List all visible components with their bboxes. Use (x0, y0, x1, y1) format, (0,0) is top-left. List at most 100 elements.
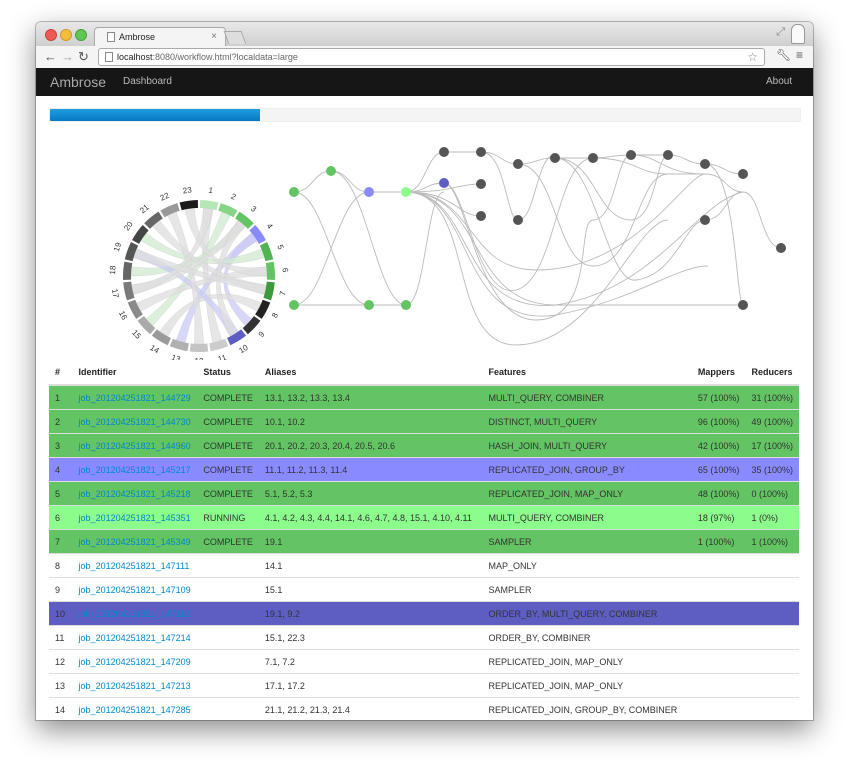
job-status: COMPLETE (197, 409, 259, 434)
minimize-window-button[interactable] (60, 29, 72, 41)
dag-node[interactable] (476, 179, 486, 189)
job-status (197, 601, 259, 626)
tab-title: Ambrose (119, 32, 156, 42)
job-mappers (691, 625, 746, 650)
job-mappers: 96 (100%) (691, 409, 746, 434)
table-row[interactable]: 5 job_201204251821_145218 COMPLETE 5.1, … (49, 481, 799, 506)
job-status (197, 553, 259, 578)
profile-avatar-icon[interactable] (791, 24, 805, 44)
col-header-reducers[interactable]: Reducers (745, 360, 799, 386)
chord-label: 9 (257, 329, 267, 339)
dag-edge (704, 191, 744, 221)
dag-node[interactable] (588, 153, 598, 163)
dag-node[interactable] (663, 150, 673, 160)
table-row[interactable]: 2 job_201204251821_144730 COMPLETE 10.1,… (49, 409, 799, 434)
dag-node[interactable] (513, 159, 523, 169)
bookmark-star-icon[interactable]: ☆ (747, 49, 758, 65)
forward-arrow-icon[interactable]: → (61, 49, 74, 64)
job-number: 12 (49, 649, 73, 674)
job-id-link[interactable]: job_201204251821_144729 (79, 393, 191, 403)
dag-node[interactable] (700, 215, 710, 225)
browser-tab[interactable]: Ambrose × (94, 27, 226, 47)
back-arrow-icon[interactable]: ← (44, 49, 57, 64)
job-id-link[interactable]: job_201204251821_147112 (79, 609, 190, 619)
fullscreen-icon[interactable]: ⤢ (776, 26, 785, 39)
dag-node[interactable] (326, 166, 336, 176)
dag-node[interactable] (364, 300, 374, 310)
dag-node[interactable] (289, 187, 299, 197)
page-icon (105, 52, 113, 62)
job-features: SAMPLER (482, 529, 692, 554)
job-id-cell: job_201204251821_147112 (72, 601, 198, 626)
chord-segment[interactable] (200, 200, 219, 211)
col-header-identifier[interactable]: Identifier (72, 360, 198, 386)
menu-icon[interactable]: ≡ (796, 48, 803, 62)
table-row[interactable]: 13 job_201204251821_147213 17.1, 17.2 RE… (49, 673, 799, 698)
address-bar[interactable]: localhost:8080/workflow.html?localdata=l… (98, 48, 765, 66)
job-reducers: 31 (100%) (745, 384, 799, 410)
table-row[interactable]: 1 job_201204251821_144729 COMPLETE 13.1,… (49, 384, 799, 410)
job-id-link[interactable]: job_201204251821_144960 (79, 441, 191, 451)
job-features: HASH_JOIN, MULTI_QUERY (482, 433, 692, 458)
dag-node[interactable] (550, 153, 560, 163)
dag-node[interactable] (401, 187, 411, 197)
table-row[interactable]: 3 job_201204251821_144960 COMPLETE 20.1,… (49, 433, 799, 458)
job-mappers: 65 (100%) (691, 457, 746, 482)
job-id-link[interactable]: job_201204251821_147285 (79, 705, 191, 715)
job-id-link[interactable]: job_201204251821_145218 (79, 489, 191, 499)
dag-node[interactable] (401, 300, 411, 310)
table-row[interactable]: 6 job_201204251821_145351 RUNNING 4.1, 4… (49, 505, 799, 530)
dag-node[interactable] (364, 187, 374, 197)
table-row[interactable]: 4 job_201204251821_145217 COMPLETE 11.1,… (49, 457, 799, 482)
col-header-features[interactable]: Features (482, 360, 692, 386)
dag-node[interactable] (626, 150, 636, 160)
new-tab-button[interactable] (223, 31, 247, 44)
col-header-status[interactable]: Status (197, 360, 259, 386)
job-id-link[interactable]: job_201204251821_147209 (79, 657, 191, 667)
chord-segment[interactable] (265, 261, 275, 281)
chord-segment[interactable] (123, 261, 133, 281)
dag-node[interactable] (738, 169, 748, 179)
nav-about[interactable]: About (766, 76, 792, 87)
job-id-link[interactable]: job_201204251821_147109 (79, 585, 191, 595)
chord-label: 8 (270, 311, 280, 320)
chord-segment[interactable] (189, 343, 209, 352)
col-header-number[interactable]: # (49, 360, 73, 386)
job-id-link[interactable]: job_201204251821_147214 (79, 633, 191, 643)
job-id-link[interactable]: job_201204251821_145351 (79, 513, 191, 523)
table-row[interactable]: 11 job_201204251821_147214 15.1, 22.3 OR… (49, 625, 799, 650)
close-window-button[interactable] (45, 29, 57, 41)
table-row[interactable]: 9 job_201204251821_147109 15.1 SAMPLER (49, 577, 799, 602)
dag-node[interactable] (700, 159, 710, 169)
job-id-link[interactable]: job_201204251821_147213 (79, 681, 191, 691)
table-row[interactable]: 8 job_201204251821_147111 14.1 MAP_ONLY (49, 553, 799, 578)
brand-logo[interactable]: Ambrose (50, 74, 106, 90)
table-row[interactable]: 10 job_201204251821_147112 19.1, 9.2 ORD… (49, 601, 799, 626)
job-id-link[interactable]: job_201204251821_145217 (79, 465, 191, 475)
col-header-mappers[interactable]: Mappers (691, 360, 746, 386)
close-tab-icon[interactable]: × (211, 31, 217, 42)
dag-node[interactable] (439, 178, 449, 188)
dag-node[interactable] (439, 147, 449, 157)
nav-dashboard[interactable]: Dashboard (123, 76, 172, 87)
col-header-aliases[interactable]: Aliases (258, 360, 483, 386)
dag-node[interactable] (289, 300, 299, 310)
job-id-link[interactable]: job_201204251821_144730 (79, 417, 191, 427)
progress-fill (50, 109, 260, 121)
dag-node[interactable] (476, 147, 486, 157)
zoom-window-button[interactable] (75, 29, 87, 41)
dag-node[interactable] (476, 211, 486, 221)
reload-icon[interactable]: ↻ (78, 49, 89, 65)
dag-edge (293, 170, 332, 193)
table-row[interactable]: 12 job_201204251821_147209 7.1, 7.2 REPL… (49, 649, 799, 674)
chord-segment[interactable] (179, 200, 198, 211)
dag-node[interactable] (776, 243, 786, 253)
table-row[interactable]: 7 job_201204251821_145349 COMPLETE 19.1 … (49, 529, 799, 554)
dag-node[interactable] (513, 215, 523, 225)
wrench-icon[interactable]: 🔧︎ (776, 48, 791, 62)
job-id-link[interactable]: job_201204251821_147111 (79, 561, 190, 571)
job-reducers (745, 553, 799, 578)
table-row[interactable]: 14 job_201204251821_147285 21.1, 21.2, 2… (49, 697, 799, 720)
dag-node[interactable] (738, 300, 748, 310)
job-id-link[interactable]: job_201204251821_145349 (79, 537, 191, 547)
